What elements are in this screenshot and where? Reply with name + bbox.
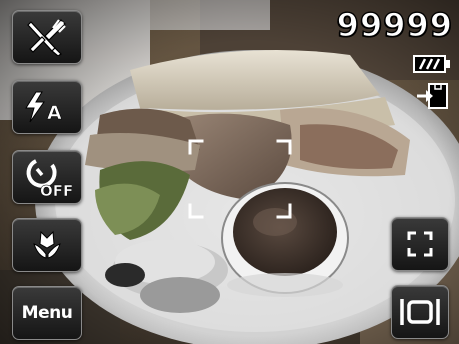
focus-frame-button[interactable] <box>391 217 449 271</box>
menu-button[interactable]: Menu <box>12 286 82 340</box>
scene-mode-button[interactable] <box>12 10 82 64</box>
focus-area-brackets <box>188 139 292 219</box>
menu-button-label: Menu <box>21 303 73 323</box>
macro-flower-icon <box>33 230 61 259</box>
focus-frame-icon <box>407 231 433 257</box>
battery-full-icon <box>413 55 450 73</box>
self-timer-off-icon: OFF <box>26 159 72 199</box>
self-timer-off-label: OFF <box>40 182 72 199</box>
display-mode-button[interactable] <box>391 285 449 339</box>
camera-viewfinder-screen: A OFF Menu 99999 <box>0 0 459 344</box>
display-mode-icon <box>400 299 440 325</box>
macro-mode-button[interactable] <box>12 218 82 272</box>
flash-mode-button[interactable]: A <box>12 80 82 134</box>
flash-auto-label: A <box>47 102 62 124</box>
self-timer-button[interactable]: OFF <box>12 150 82 204</box>
internal-memory-icon <box>417 83 448 109</box>
shots-remaining-counter: 99999 <box>336 6 453 44</box>
cutlery-food-icon <box>27 19 66 56</box>
flash-auto-icon: A <box>25 91 62 124</box>
